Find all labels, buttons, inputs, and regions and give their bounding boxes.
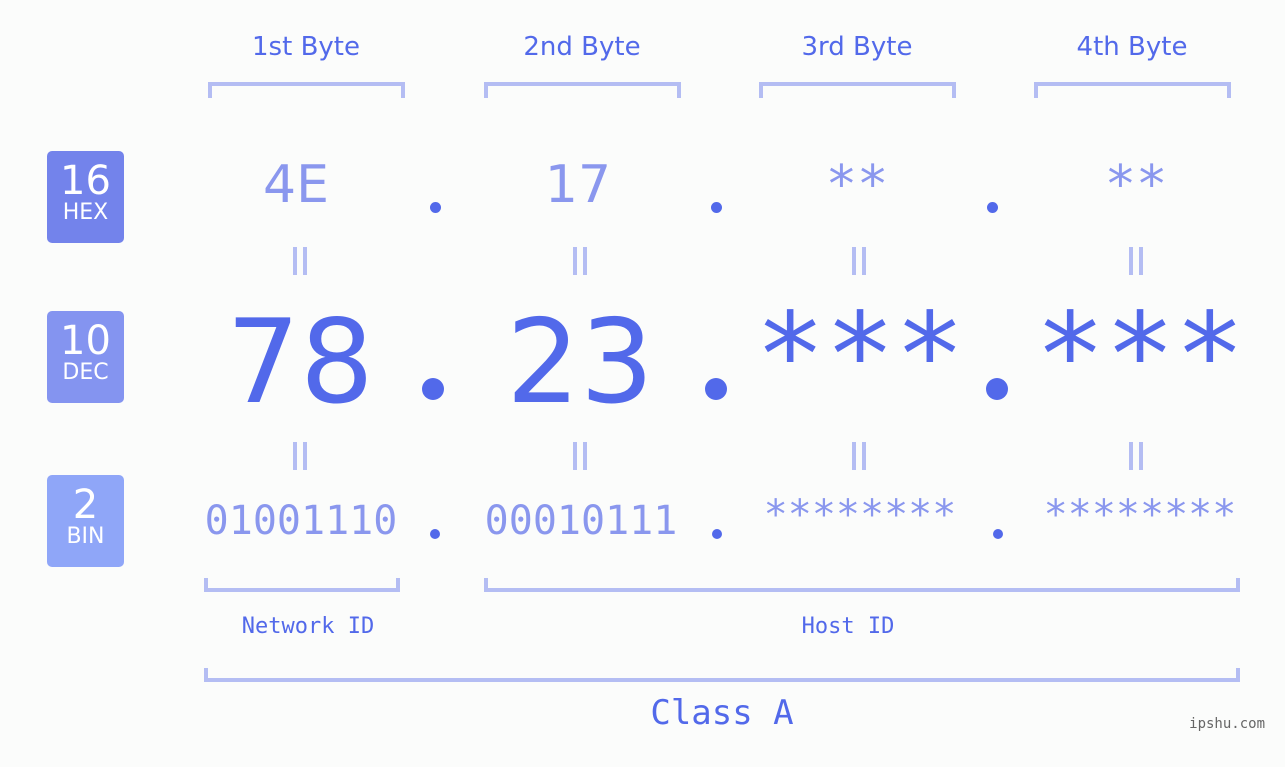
bin-separator-dot-1 (430, 529, 440, 539)
hex-separator-dot-3 (987, 202, 998, 213)
network-id-bracket (204, 578, 400, 592)
hex-separator-dot-1 (430, 202, 441, 213)
equals-marker (293, 442, 307, 470)
hex-badge-number: 16 (60, 158, 111, 204)
dec-byte-4: *** (1035, 288, 1245, 423)
hex-separator-dot-2 (711, 202, 722, 213)
byte-header-1: 1st Byte (252, 32, 360, 62)
bin-badge: 2 BIN (47, 475, 124, 567)
byte-header-4: 4th Byte (1076, 32, 1188, 62)
byte-bracket-1 (208, 82, 405, 98)
byte-bracket-3 (759, 82, 956, 98)
equals-marker (573, 247, 587, 275)
equals-marker (852, 442, 866, 470)
host-id-label: Host ID (801, 614, 895, 639)
dec-byte-2: 23 (506, 295, 654, 430)
bin-byte-3: ******** (763, 492, 957, 538)
hex-badge: 16 HEX (47, 151, 124, 243)
host-id-bracket (484, 578, 1240, 592)
bin-badge-label: BIN (66, 524, 105, 549)
bin-byte-4: ******** (1043, 492, 1237, 538)
equals-marker (1129, 442, 1143, 470)
hex-byte-4: ** (1104, 155, 1168, 215)
hex-byte-1: 4E (263, 155, 329, 215)
byte-bracket-2 (484, 82, 681, 98)
byte-header-2: 2nd Byte (523, 32, 641, 62)
dec-byte-1: 78 (226, 295, 374, 430)
dec-separator-dot-2 (705, 378, 727, 400)
bin-byte-2: 00010111 (484, 498, 678, 544)
equals-marker (852, 247, 866, 275)
dec-byte-3: *** (755, 288, 965, 423)
dec-separator-dot-3 (986, 378, 1008, 400)
watermark: ipshu.com (1189, 716, 1265, 732)
dec-badge: 10 DEC (47, 311, 124, 403)
dec-badge-label: DEC (62, 360, 109, 385)
dec-badge-number: 10 (60, 318, 111, 364)
equals-marker (293, 247, 307, 275)
hex-byte-2: 17 (544, 155, 612, 215)
bin-byte-1: 01001110 (204, 498, 398, 544)
hex-byte-3: ** (825, 155, 889, 215)
byte-header-3: 3rd Byte (801, 32, 913, 62)
hex-badge-label: HEX (62, 200, 109, 225)
bin-separator-dot-3 (993, 529, 1003, 539)
byte-bracket-4 (1034, 82, 1231, 98)
class-label: Class A (650, 693, 794, 733)
class-bracket (204, 668, 1240, 682)
network-id-label: Network ID (241, 614, 375, 639)
equals-marker (1129, 247, 1143, 275)
dec-separator-dot-1 (422, 378, 444, 400)
bin-separator-dot-2 (712, 529, 722, 539)
equals-marker (573, 442, 587, 470)
bin-badge-number: 2 (72, 482, 99, 528)
